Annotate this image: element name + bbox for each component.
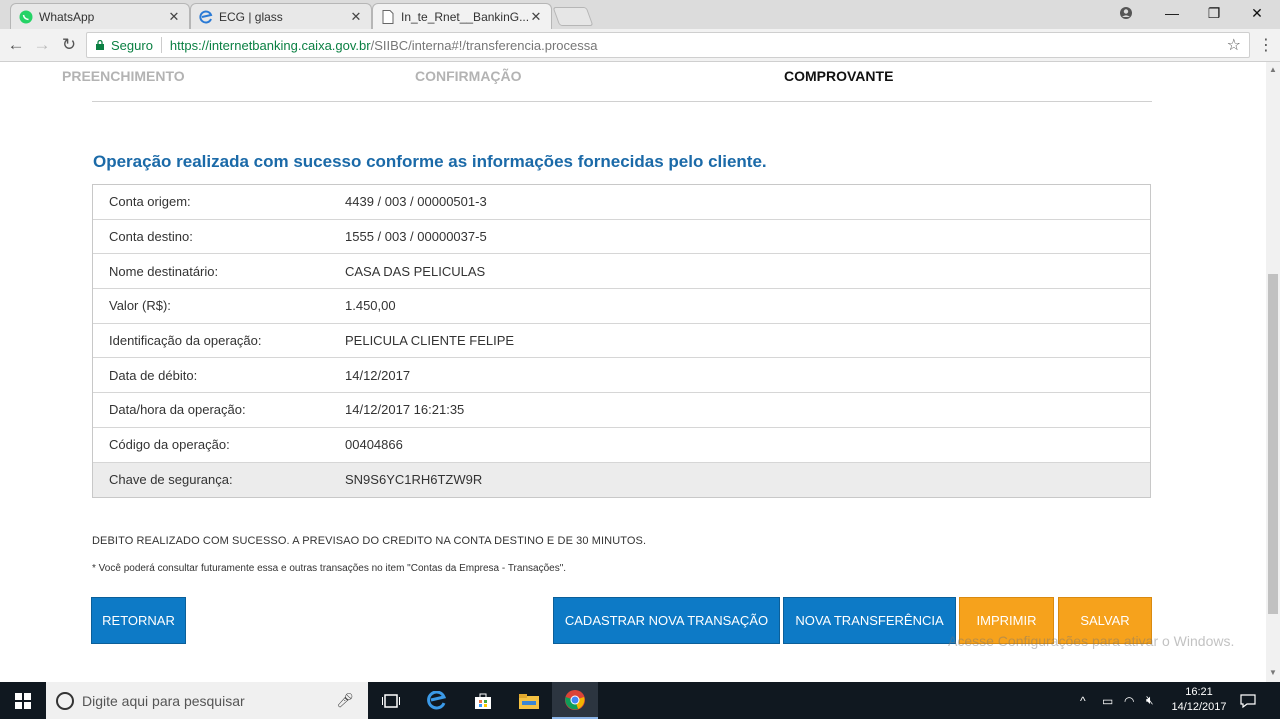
cortana-icon <box>56 691 74 710</box>
row-value: PELICULA CLIENTE FELIPE <box>345 333 515 349</box>
row-label: Conta origem: <box>109 194 191 210</box>
row-value: 00404866 <box>345 437 403 453</box>
retornar-button[interactable]: RETORNAR <box>91 597 186 644</box>
file-explorer-icon[interactable] <box>506 682 552 719</box>
tab-title: In_te_Rnet__BankinG...C <box>401 9 529 24</box>
wifi-icon[interactable]: ◠ <box>1124 682 1134 719</box>
lock-icon <box>96 40 104 50</box>
clock-date: 14/12/2017 <box>1171 701 1227 713</box>
bookmark-star-icon[interactable]: ☆ <box>1227 35 1241 55</box>
notifications-icon[interactable] <box>1240 682 1256 719</box>
scroll-thumb[interactable] <box>1268 274 1278 614</box>
receipt-row-conta-origem: Conta origem: 4439 / 003 / 00000501-3 <box>93 185 1150 220</box>
browser-toolbar: ← → ↻ Seguro https://internetbanking.cai… <box>0 29 1280 62</box>
step-preenchimento: PREENCHIMENTO <box>62 68 185 84</box>
page-viewport: PREENCHIMENTO CONFIRMAÇÃO COMPROVANTE Op… <box>0 62 1266 682</box>
success-title: Operação realizada com sucesso conforme … <box>93 152 767 171</box>
back-arrow-icon[interactable]: ← <box>5 34 27 56</box>
whatsapp-icon <box>19 10 33 24</box>
close-icon[interactable]: ✕ <box>167 9 181 25</box>
row-value: 1555 / 003 / 00000037-5 <box>345 229 487 245</box>
browser-tab-strip: WhatsApp ✕ ECG | glass ✕ In_te_Rnet__Ban… <box>0 0 1280 29</box>
volume-muted-icon[interactable]: 🔇︎ <box>1146 682 1154 719</box>
row-label: Valor (R$): <box>109 298 171 314</box>
store-icon[interactable] <box>460 682 506 719</box>
row-value: 1.450,00 <box>345 298 396 314</box>
secure-label: Seguro <box>111 37 153 53</box>
task-view-icon[interactable] <box>368 682 414 719</box>
show-hidden-icons[interactable]: ^ <box>1080 682 1086 719</box>
row-value: 14/12/2017 16:21:35 <box>345 402 465 418</box>
tab-internet-banking[interactable]: In_te_Rnet__BankinG...C ✕ <box>372 3 552 29</box>
row-label: Data de débito: <box>109 367 198 383</box>
receipt-row-data-debito: Data de débito: 14/12/2017 <box>93 358 1150 394</box>
minimize-button[interactable]: — <box>1152 0 1192 26</box>
divider <box>92 101 1152 102</box>
receipt-row-codigo: Código da operação: 00404866 <box>93 428 1150 463</box>
restore-button[interactable]: ❐ <box>1194 0 1234 26</box>
taskbar-clock[interactable]: 16:21 14/12/2017 <box>1170 685 1228 715</box>
receipt-row-chave-seguranca: Chave de segurança: SN9S6YC1RH6TZW9R <box>93 462 1150 498</box>
reload-icon[interactable]: ↻ <box>58 34 80 56</box>
tab-title: WhatsApp <box>39 9 95 24</box>
close-icon[interactable]: ✕ <box>529 9 543 25</box>
windows-activation-watermark: Acesse Configurações para ativar o Windo… <box>948 633 1235 649</box>
divider <box>160 37 162 53</box>
page-icon <box>381 9 395 24</box>
row-label: Conta destino: <box>109 229 193 245</box>
row-value: 14/12/2017 <box>345 367 411 383</box>
scroll-down-icon[interactable]: ▼ <box>1269 668 1277 677</box>
row-label: Chave de segurança: <box>109 472 233 488</box>
forward-arrow-icon[interactable]: → <box>31 34 53 56</box>
receipt-table: Conta origem: 4439 / 003 / 00000501-3 Co… <box>92 184 1151 499</box>
chrome-menu-icon[interactable]: ⋮ <box>1258 35 1274 55</box>
window-close-button[interactable]: ✕ <box>1237 0 1277 26</box>
cadastrar-nova-transacao-button[interactable]: CADASTRAR NOVA TRANSAÇÃO <box>553 597 780 644</box>
url-path: /SIIBC/interna#!/transferencia.processa <box>370 37 598 53</box>
row-label: Código da operação: <box>109 437 230 453</box>
url-host: https://internetbanking.caixa.gov.br <box>169 37 371 53</box>
taskbar-search-box[interactable]: Digite aqui para pesquisar 🎤︎ <box>46 682 368 719</box>
edge-browser-icon[interactable] <box>414 682 460 719</box>
footnote: * Você poderá consultar futuramente essa… <box>92 563 567 574</box>
row-label: Data/hora da operação: <box>109 402 246 418</box>
step-comprovante: COMPROVANTE <box>784 68 894 84</box>
receipt-row-nome-destinatario: Nome destinatário: CASA DAS PELICULAS <box>93 254 1150 290</box>
row-label: Nome destinatário: <box>109 263 219 279</box>
row-value: SN9S6YC1RH6TZW9R <box>345 472 483 488</box>
profile-icon[interactable] <box>1106 0 1146 26</box>
microphone-icon[interactable]: 🎤︎ <box>336 692 354 709</box>
page-scrollbar[interactable]: ▲ ▼ <box>1266 62 1280 682</box>
new-tab-button[interactable] <box>552 7 594 26</box>
row-value: 4439 / 003 / 00000501-3 <box>345 194 487 210</box>
tab-ecg-glass[interactable]: ECG | glass ✕ <box>190 3 372 29</box>
row-label: Identificação da operação: <box>109 333 262 349</box>
edge-e-icon <box>199 10 213 24</box>
close-icon[interactable]: ✕ <box>349 9 363 25</box>
scroll-up-icon[interactable]: ▲ <box>1269 65 1277 74</box>
receipt-row-data-hora: Data/hora da operação: 14/12/2017 16:21:… <box>93 393 1150 428</box>
progress-steps: PREENCHIMENTO CONFIRMAÇÃO COMPROVANTE <box>0 68 1266 88</box>
tab-whatsapp[interactable]: WhatsApp ✕ <box>10 3 190 29</box>
row-value: CASA DAS PELICULAS <box>345 263 486 279</box>
receipt-row-identificacao: Identificação da operação: PELICULA CLIE… <box>93 324 1150 359</box>
search-placeholder: Digite aqui para pesquisar <box>82 692 245 709</box>
nova-transferencia-button[interactable]: NOVA TRANSFERÊNCIA <box>783 597 956 644</box>
clock-time: 16:21 <box>1185 686 1213 698</box>
step-confirmacao: CONFIRMAÇÃO <box>415 68 522 84</box>
windows-taskbar: Digite aqui para pesquisar 🎤︎ ^ ▭ ◠ 🔇︎ 1… <box>0 682 1280 719</box>
chrome-icon[interactable] <box>552 682 598 719</box>
tab-title: ECG | glass <box>219 9 283 24</box>
receipt-row-conta-destino: Conta destino: 1555 / 003 / 00000037-5 <box>93 220 1150 255</box>
debit-notice: DEBITO REALIZADO COM SUCESSO. A PREVISAO… <box>92 535 647 547</box>
windows-start-icon[interactable] <box>0 682 46 719</box>
receipt-row-valor: Valor (R$): 1.450,00 <box>93 289 1150 324</box>
battery-icon[interactable]: ▭ <box>1102 682 1113 719</box>
address-bar[interactable]: Seguro https://internetbanking.caixa.gov… <box>86 32 1250 58</box>
